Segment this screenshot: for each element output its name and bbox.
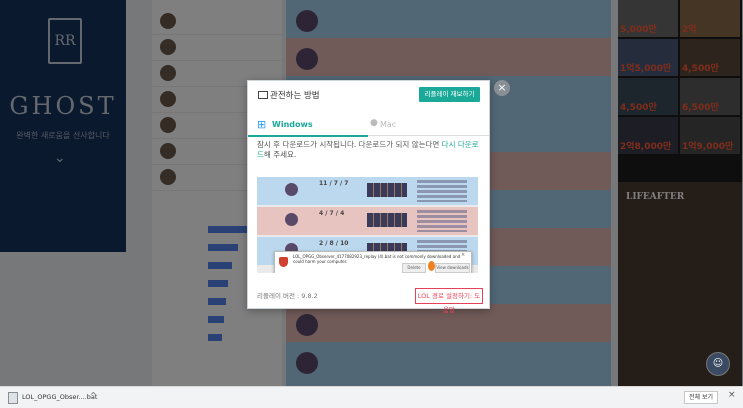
download-file-name[interactable]: LOL_OPGG_Obser....bat	[22, 393, 97, 401]
windows-icon: ⊞	[257, 118, 267, 131]
apple-icon: ●	[370, 118, 378, 128]
download-warning-dialog: LOL_OPGG_Observer_4177082923_replay (4).…	[274, 251, 472, 273]
close-icon[interactable]: ×	[728, 390, 736, 400]
replay-button[interactable]: 리플레이 재보하기	[419, 87, 480, 102]
preview-match-row: 4 / 7 / 4	[257, 207, 478, 235]
tab-windows-label: Windows	[272, 120, 313, 129]
instruction-screenshot: 11 / 7 / 7 4 / 7 / 4 2 / 8 / 10 LOL_OPGG…	[257, 177, 478, 273]
modal-title: 관전하는 방법	[270, 91, 320, 101]
preview-match-row: 11 / 7 / 7	[257, 177, 478, 205]
cursor-highlight-icon	[428, 261, 435, 271]
close-modal-button[interactable]: ×	[494, 80, 510, 96]
replay-version: 리플레이 버전 : 9.8.2	[257, 292, 318, 300]
delete-button: Delete	[402, 263, 426, 273]
tab-mac-label: Mac	[380, 120, 397, 129]
show-all-button[interactable]: 전체 보기	[684, 391, 718, 404]
chevron-up-icon[interactable]: ^	[90, 391, 97, 400]
browser-download-bar: LOL_OPGG_Obser....bat ^ 전체 보기 ×	[0, 386, 743, 408]
chat-icon[interactable]: ☺	[706, 352, 730, 376]
file-icon	[8, 392, 18, 404]
close-icon: ×	[461, 252, 466, 258]
lol-path-settings-button[interactable]: LOL 경로 설정하기: 도움말	[415, 288, 483, 314]
tab-mac[interactable]: ● Mac	[368, 115, 489, 136]
tab-windows[interactable]: ⊞ Windows	[248, 115, 368, 137]
view-downloads-button: View downloads	[435, 263, 470, 273]
watch-guide-modal: 관전하는 방법 리플레이 재보하기 ⊞ Windows ● Mac 잠시 후 다…	[247, 80, 490, 314]
monitor-icon	[258, 91, 268, 99]
download-instructions: 잠시 후 다운로드가 시작됩니다. 다운로드가 되지 않는다면 다시 다운로드해…	[257, 140, 479, 159]
shield-icon	[279, 257, 288, 267]
